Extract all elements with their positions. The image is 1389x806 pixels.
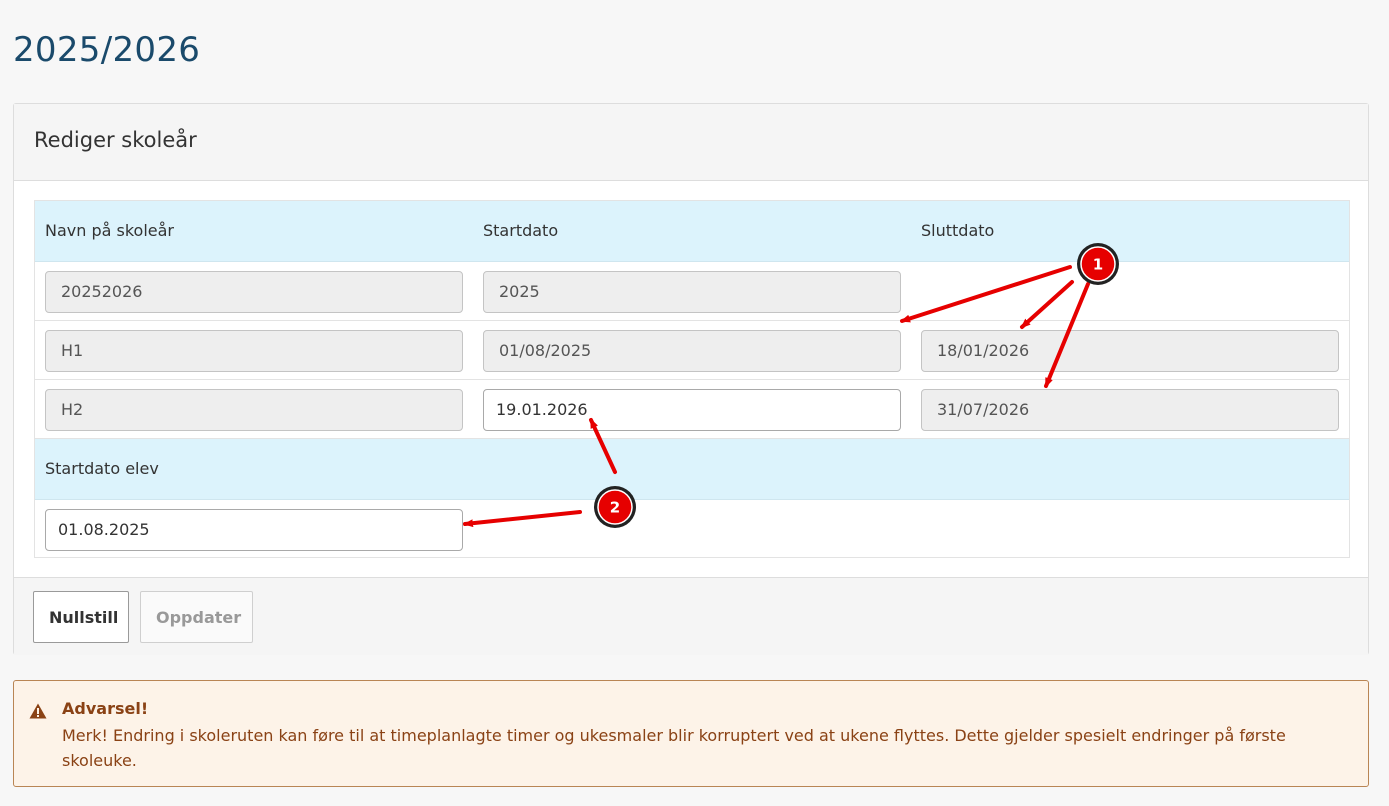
student-start-input[interactable]: 01.08.2025 bbox=[45, 509, 463, 551]
panel-heading: Rediger skoleår bbox=[14, 104, 1368, 181]
column-header-row: Navn på skoleår Startdato Sluttdato bbox=[35, 201, 1349, 262]
student-start-label: Startdato elev bbox=[45, 459, 159, 478]
column-header-start: Startdato bbox=[483, 221, 559, 240]
alert-title: Advarsel! bbox=[62, 699, 149, 718]
h2-end-field: 31/07/2026 bbox=[921, 389, 1339, 431]
table-row-h2: H2 19.01.2026 31/07/2026 bbox=[35, 380, 1349, 439]
warning-icon bbox=[29, 703, 47, 723]
h1-name-field: H1 bbox=[45, 330, 463, 372]
panel-title: Rediger skoleår bbox=[34, 128, 197, 152]
warning-alert: Advarsel! Merk! Endring i skoleruten kan… bbox=[13, 680, 1369, 787]
school-year-grid: Navn på skoleår Startdato Sluttdato 2025… bbox=[34, 200, 1350, 558]
year-start-field: 2025 bbox=[483, 271, 901, 313]
page-title: 2025/2026 bbox=[13, 30, 201, 70]
year-name-field: 20252026 bbox=[45, 271, 463, 313]
edit-school-year-panel: Rediger skoleår Navn på skoleår Startdat… bbox=[13, 103, 1369, 655]
table-row-year: 20252026 2025 bbox=[35, 262, 1349, 321]
column-header-end: Sluttdato bbox=[921, 221, 995, 240]
student-start-row: 01.08.2025 bbox=[35, 500, 1349, 559]
column-header-name: Navn på skoleår bbox=[45, 221, 175, 240]
table-row-h1: H1 01/08/2025 18/01/2026 bbox=[35, 321, 1349, 380]
h1-start-field: 01/08/2025 bbox=[483, 330, 901, 372]
reset-button[interactable]: Nullstill bbox=[33, 591, 129, 643]
h2-name-field: H2 bbox=[45, 389, 463, 431]
alert-message: Merk! Endring i skoleruten kan føre til … bbox=[62, 726, 1286, 770]
h1-end-field: 18/01/2026 bbox=[921, 330, 1339, 372]
h2-start-input[interactable]: 19.01.2026 bbox=[483, 389, 901, 431]
student-start-header-row: Startdato elev bbox=[35, 439, 1349, 500]
panel-footer: Nullstill Oppdater bbox=[14, 577, 1368, 655]
update-button[interactable]: Oppdater bbox=[140, 591, 253, 643]
